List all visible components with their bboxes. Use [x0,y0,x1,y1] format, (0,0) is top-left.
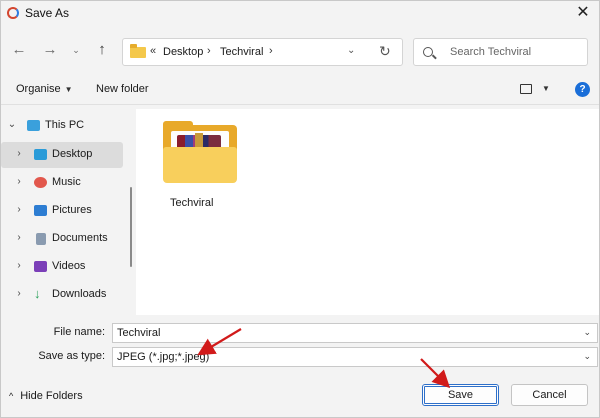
chevron-down-icon[interactable]: ⌄ [347,45,355,56]
chevron-down-icon[interactable]: ⌄ [7,119,17,130]
folder-front [163,147,237,183]
dialog-title: Save As [25,6,70,20]
chevron-down-icon[interactable]: ⌄ [583,351,591,362]
refresh-icon[interactable]: ↻ [379,43,391,60]
organise-label: Organise [16,83,61,95]
new-folder-button[interactable]: New folder [96,83,149,95]
chevron-right-icon[interactable]: › [14,288,24,299]
breadcrumb-techviral[interactable]: Techviral [220,46,263,58]
tree-item-label: Downloads [52,288,107,300]
save-as-dialog: Save As ✕ ← → ⌄ ↑ « Desktop › Techviral … [0,0,600,418]
file-name-label: File name: [53,326,105,338]
app-icon [7,7,19,19]
tree-item-downloads[interactable]: › ↓ Downloads [1,282,123,308]
navigation-bar: ← → ⌄ ↑ « Desktop › Techviral › ⌄ ↻ Sear… [1,31,599,71]
tree-item-this-pc[interactable]: ⌄ This PC [1,113,123,139]
save-form: File name: Techviral ⌄ Save as type: JPE… [1,315,599,371]
tree-item-desktop[interactable]: › Desktop [1,142,123,168]
breadcrumb-separator: › [207,45,211,57]
downloads-icon: ↓ [34,286,41,301]
command-bar: Organise ▼ New folder ▼ ? [1,75,599,105]
view-mode-icon[interactable] [520,84,532,94]
documents-icon [36,233,46,245]
close-button[interactable]: ✕ [573,3,593,23]
folder-icon [130,44,146,58]
chevron-down-icon[interactable]: ⌄ [583,327,591,338]
folder-name[interactable]: Techviral [170,197,213,209]
save-as-type-select[interactable]: JPEG (*.jpg;*.jpeg) ⌄ [112,347,598,367]
search-icon [423,47,433,57]
save-as-type-value: JPEG (*.jpg;*.jpeg) [117,351,210,363]
chevron-down-icon[interactable]: ⌄ [67,41,85,59]
address-bar[interactable]: « Desktop › Techviral › ⌄ ↻ [122,38,403,66]
tree-item-videos[interactable]: › Videos [1,254,123,280]
navigation-pane: ⌄ This PC › Desktop › Music › Pictures ›… [1,109,127,315]
help-icon[interactable]: ? [575,82,590,97]
pictures-icon [34,205,47,216]
tree-item-label: Music [52,176,81,188]
dialog-footer: ^ Hide Folders Save Cancel [1,373,599,417]
breadcrumb-separator: › [269,45,273,57]
tree-item-label: Videos [52,260,86,272]
caret-down-icon: ▼ [64,85,73,94]
chevron-right-icon[interactable]: › [14,260,24,271]
computer-icon [27,120,40,131]
tree-item-music[interactable]: › Music [1,170,123,196]
tree-item-label: Pictures [52,204,92,216]
caret-down-icon[interactable]: ▼ [542,84,550,93]
file-name-value: Techviral [117,327,161,339]
sidebar-scrollbar[interactable] [130,187,132,267]
chevron-right-icon[interactable]: › [14,204,24,215]
breadcrumb-desktop[interactable]: Desktop [163,46,203,58]
music-icon [34,177,47,188]
hide-folders-label: Hide Folders [20,390,83,402]
forward-arrow-icon[interactable]: → [41,41,59,59]
organise-button[interactable]: Organise ▼ [16,83,73,95]
desktop-icon [34,149,47,160]
breadcrumb-overflow[interactable]: « [150,45,156,57]
back-arrow-icon[interactable]: ← [10,41,28,59]
videos-icon [34,261,47,272]
save-as-type-label: Save as type: [38,350,105,362]
save-button[interactable]: Save [422,384,499,406]
chevron-right-icon[interactable]: › [14,176,24,187]
search-input[interactable]: Search Techviral [413,38,588,66]
tree-item-label: This PC [45,119,85,131]
chevron-right-icon[interactable]: › [14,148,24,159]
tree-item-pictures[interactable]: › Pictures [1,198,123,224]
tree-item-label: Desktop [52,148,93,160]
hide-folders-button[interactable]: ^ Hide Folders [9,390,83,402]
cancel-button[interactable]: Cancel [511,384,588,406]
file-name-field[interactable]: Techviral ⌄ [112,323,598,343]
file-list: Techviral [136,109,599,315]
chevron-right-icon[interactable]: › [14,232,24,243]
tree-item-documents[interactable]: › Documents [1,226,123,252]
winrar-folder-icon[interactable] [163,121,237,183]
title-bar: Save As ✕ [1,1,599,25]
tree-item-label: Documents [52,232,108,244]
chevron-up-icon: ^ [9,391,14,401]
search-placeholder: Search Techviral [450,46,532,58]
up-arrow-icon[interactable]: ↑ [93,41,111,59]
